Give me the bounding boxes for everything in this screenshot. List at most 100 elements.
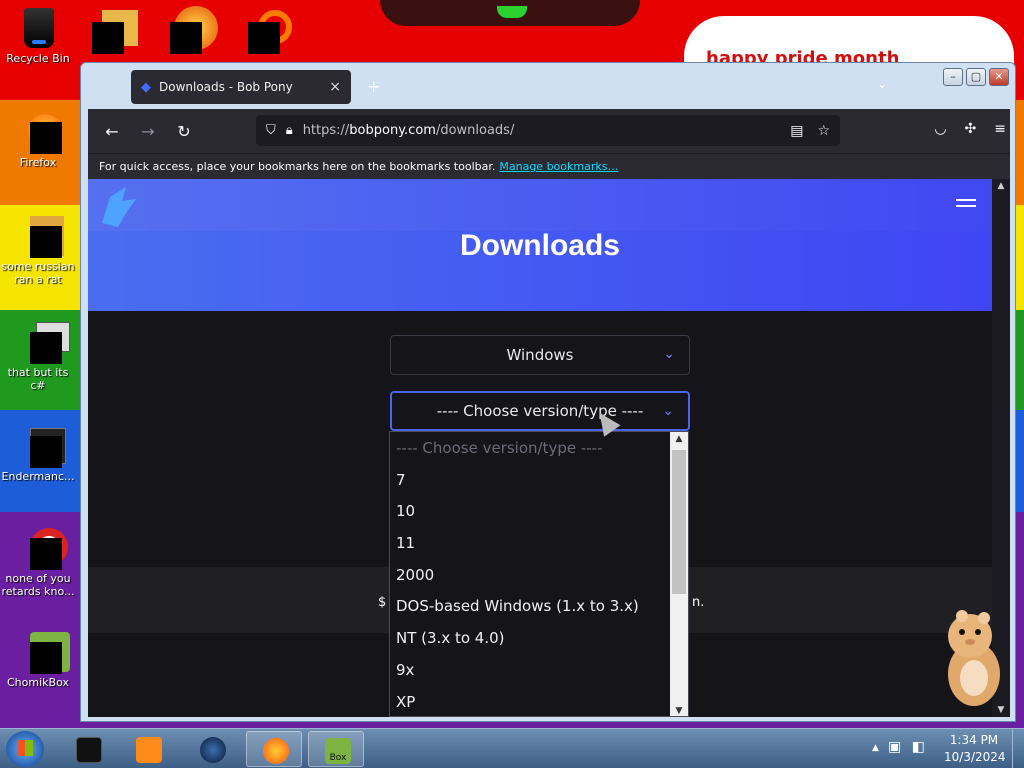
- dropdown-option[interactable]: 9x: [390, 654, 688, 686]
- desktop-icon-firefox[interactable]: Firefox: [0, 110, 76, 169]
- reader-view-icon[interactable]: ▤: [790, 123, 803, 139]
- wallpaper-decoration: [497, 6, 527, 18]
- hamburger-menu-icon[interactable]: [956, 199, 976, 211]
- url-text[interactable]: https://bobpony.com/downloads/: [303, 123, 777, 138]
- globe-icon: [200, 737, 226, 763]
- firefox-icon: [16, 110, 62, 154]
- taskbar-app-chomikbox[interactable]: Box: [308, 731, 364, 767]
- program-icon: [16, 424, 66, 468]
- scroll-up-icon[interactable]: ▲: [992, 181, 1010, 191]
- desktop-icon-label: Firefox: [19, 156, 57, 169]
- file-icon: [16, 214, 64, 258]
- windows-logo-icon: [17, 740, 33, 756]
- desktop-icon-folder[interactable]: [92, 0, 142, 54]
- minimize-button[interactable]: –: [943, 68, 963, 86]
- scrollbar-thumb[interactable]: [672, 450, 686, 594]
- network-icon[interactable]: ▣: [888, 739, 901, 755]
- desktop-icon-label: Recycle Bin: [6, 52, 70, 65]
- desktop-icon-media[interactable]: [248, 0, 298, 54]
- show-desktop-button[interactable]: [1012, 729, 1024, 768]
- dropdown-option[interactable]: 10: [390, 495, 688, 527]
- taskbar-app-media-player[interactable]: [120, 731, 176, 767]
- toolbar-right-icons: ◡ ✣ ≡: [934, 121, 1006, 137]
- dropdown-option[interactable]: 11: [390, 527, 688, 559]
- desktop-icon-label: some russian ran a rat: [1, 260, 75, 286]
- desktop-icon-label: ChomikBox: [7, 676, 69, 689]
- taskbar-app-files[interactable]: [60, 731, 116, 767]
- page-title: Downloads: [459, 229, 620, 262]
- scroll-down-icon[interactable]: ▼: [670, 706, 688, 716]
- page-viewport: Downloads Windows ⌄ ---- Choose version/…: [88, 179, 992, 717]
- app-menu-icon[interactable]: ≡: [994, 121, 1006, 137]
- taskbar-app-firefox[interactable]: [246, 731, 302, 767]
- system-tray: ▲ ▣ ◧ 1:34 PM 10/3/2024: [866, 729, 1024, 768]
- desktop-icon-some-russian[interactable]: some russian ran a rat: [0, 214, 76, 286]
- info-band-fragment-right: n.: [692, 595, 705, 610]
- browser-content-frame: ← → ↻ ⛉ 🔒︎ https://bobpony.com/downloads…: [88, 109, 1010, 717]
- dropdown-option[interactable]: 7: [390, 464, 688, 496]
- hamster-app-icon: [16, 630, 70, 674]
- desktop-icon-label: that but its c#: [7, 366, 69, 392]
- pocket-icon[interactable]: ◡: [934, 121, 946, 137]
- hamster-desktop-pet[interactable]: [940, 606, 1006, 710]
- desktop-icon-label: Endermanc...: [1, 470, 75, 483]
- os-select[interactable]: Windows ⌄: [390, 335, 690, 375]
- back-arrow-icon[interactable]: ←: [94, 122, 130, 141]
- chevron-down-icon: ⌄: [662, 403, 674, 419]
- bookmark-star-icon[interactable]: ☆: [817, 123, 830, 139]
- window-stack-icon: [16, 320, 70, 364]
- desktop-icon-app[interactable]: [170, 0, 220, 54]
- chomikbox-label: Box: [329, 753, 347, 763]
- os-select-value: Windows: [506, 346, 574, 364]
- tray-expand-icon[interactable]: ▲: [872, 743, 879, 753]
- reload-icon[interactable]: ↻: [166, 122, 202, 141]
- extensions-icon[interactable]: ✣: [965, 121, 977, 137]
- dropdown-scrollbar[interactable]: ▲ ▼: [670, 432, 688, 716]
- chomikbox-icon: Box: [325, 738, 351, 764]
- dropdown-option[interactable]: 2000: [390, 559, 688, 591]
- list-all-tabs-icon[interactable]: ⌄: [877, 77, 887, 91]
- desktop-icon-endermanc[interactable]: Endermanc...: [0, 424, 76, 483]
- bobpony-favicon-icon: ◆: [141, 79, 151, 95]
- close-button[interactable]: ✕: [989, 68, 1009, 86]
- tracking-shield-icon[interactable]: ⛉: [266, 123, 276, 138]
- start-button[interactable]: [6, 731, 44, 767]
- hero-banner: Downloads: [88, 179, 992, 311]
- url-bar[interactable]: ⛉ 🔒︎ https://bobpony.com/downloads/ ▤ ☆: [256, 115, 840, 146]
- window-controls: – ▢ ✕: [943, 68, 1009, 86]
- recycle-bin-icon: [16, 6, 60, 50]
- dropdown-option[interactable]: DOS-based Windows (1.x to 3.x): [390, 590, 688, 622]
- media-player-icon: [136, 737, 162, 763]
- scroll-up-icon[interactable]: ▲: [670, 434, 688, 444]
- dropdown-option-placeholder[interactable]: ---- Choose version/type ----: [390, 432, 688, 464]
- nav-toolbar: ← → ↻ ⛉ 🔒︎ https://bobpony.com/downloads…: [88, 109, 1010, 153]
- tab-downloads[interactable]: ◆ Downloads - Bob Pony ×: [131, 70, 351, 104]
- lock-icon[interactable]: 🔒︎: [286, 123, 293, 138]
- browser-window: ◆ Downloads - Bob Pony × + ⌄ – ▢ ✕ ← → ↻…: [80, 62, 1016, 722]
- manage-bookmarks-link[interactable]: Manage bookmarks…: [499, 160, 618, 173]
- desktop-icon-chomikbox[interactable]: ChomikBox: [0, 630, 76, 689]
- desktop-icon-recycle-bin[interactable]: Recycle Bin: [0, 6, 76, 65]
- clock-time[interactable]: 1:34 PM: [944, 733, 1004, 747]
- version-dropdown-list[interactable]: ---- Choose version/type ---- 7 10 11 20…: [389, 431, 689, 717]
- tray-icons: ▣ ◧: [888, 739, 925, 755]
- forward-arrow-icon[interactable]: →: [130, 122, 166, 141]
- volume-icon[interactable]: ◧: [912, 739, 925, 755]
- desktop-icon-label: none of you retards kno...: [1, 572, 75, 598]
- bobpony-logo-icon[interactable]: [96, 183, 140, 229]
- bookmarks-toolbar: For quick access, place your bookmarks h…: [88, 153, 1010, 179]
- clock-date[interactable]: 10/3/2024: [944, 750, 1006, 764]
- firefox-icon: [263, 738, 289, 764]
- tab-close-icon[interactable]: ×: [329, 79, 341, 95]
- desktop-icon-that-but-its-cs[interactable]: that but its c#: [0, 320, 76, 392]
- site-header: [88, 179, 992, 231]
- tab-title: Downloads - Bob Pony: [159, 80, 293, 94]
- bookmarks-hint-text: For quick access, place your bookmarks h…: [99, 160, 496, 173]
- dropdown-option[interactable]: NT (3.x to 4.0): [390, 622, 688, 654]
- taskbar-app-globe[interactable]: [184, 731, 240, 767]
- new-tab-button[interactable]: +: [367, 77, 380, 96]
- desktop-icon-none-of-you[interactable]: none of you retards kno...: [0, 526, 76, 598]
- dropdown-option[interactable]: XP: [390, 686, 688, 717]
- version-select[interactable]: ---- Choose version/type ---- ⌄: [390, 391, 690, 431]
- maximize-button[interactable]: ▢: [966, 68, 986, 86]
